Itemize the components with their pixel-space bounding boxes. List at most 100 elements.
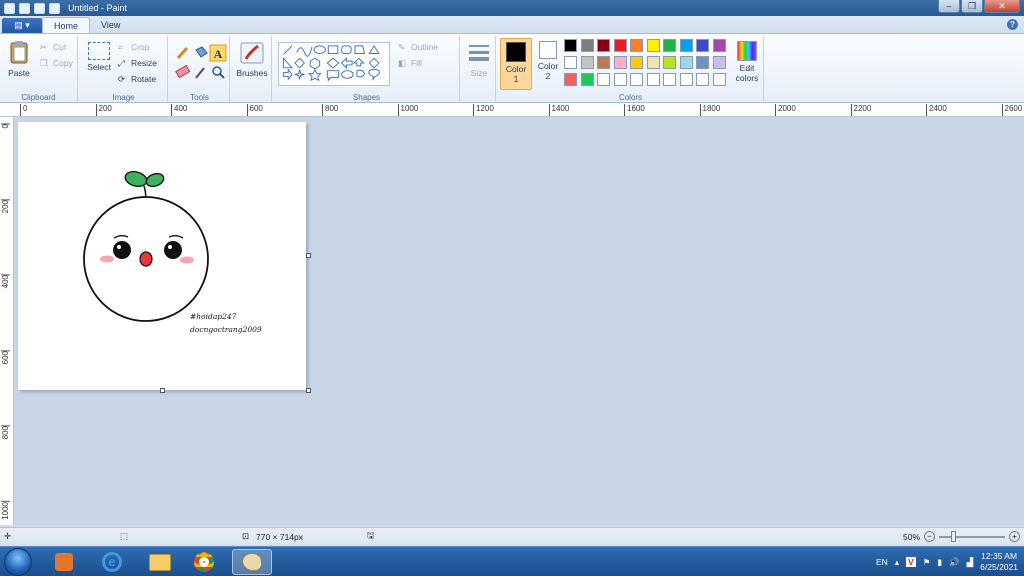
color-swatch[interactable] <box>696 56 709 69</box>
file-menu-button[interactable]: ▤ ▾ <box>2 18 42 33</box>
size-group: Size <box>462 36 496 102</box>
color-swatch[interactable] <box>712 73 726 86</box>
chrome-icon <box>194 552 214 572</box>
resize-icon: ⤢ <box>118 58 125 68</box>
redo-icon[interactable] <box>49 2 60 14</box>
close-button[interactable]: ✕ <box>984 0 1020 13</box>
show-hidden-icons[interactable]: ▴ <box>895 557 899 568</box>
outline-button[interactable]: ✎ Outline <box>398 42 438 52</box>
color-swatch[interactable] <box>646 39 660 52</box>
color-swatch[interactable] <box>613 73 627 86</box>
color-swatch[interactable] <box>613 39 627 52</box>
color-swatch[interactable] <box>580 56 594 69</box>
size-button[interactable]: Size <box>464 42 494 78</box>
svg-text:A: A <box>214 47 223 61</box>
start-button[interactable] <box>4 548 32 576</box>
shapes-group-label: Shapes <box>352 93 381 102</box>
tab-home[interactable]: Home <box>42 17 91 33</box>
color-swatch[interactable] <box>712 56 726 69</box>
color-swatch[interactable] <box>696 73 709 86</box>
color-swatch[interactable] <box>630 39 643 52</box>
system-tray: EN ▴ V ⚑ ▮ 🔊 ▟ 12:35 AM 6/25/2021 <box>876 547 1018 576</box>
undo-icon[interactable] <box>34 2 45 14</box>
folder-icon <box>149 554 171 571</box>
paste-label: Paste <box>8 68 30 78</box>
tools-icons[interactable]: A <box>174 44 228 84</box>
color-swatch[interactable] <box>696 39 709 52</box>
ruler-tick-label: 2400 <box>926 104 947 116</box>
color-swatch[interactable] <box>663 73 676 86</box>
zoom-slider[interactable] <box>939 530 1005 542</box>
color-swatch[interactable] <box>663 56 676 69</box>
zoom-slider-thumb[interactable] <box>951 530 956 542</box>
vietkey-icon[interactable]: V <box>906 557 916 567</box>
color-swatch[interactable] <box>597 39 610 52</box>
paste-button[interactable]: Paste <box>4 40 34 78</box>
action-center-icon[interactable]: ⚑ <box>923 557 931 568</box>
minimize-button[interactable]: – <box>938 0 960 13</box>
select-button[interactable]: Select <box>84 42 114 72</box>
color-swatch[interactable] <box>712 39 726 52</box>
color-swatch[interactable] <box>646 56 660 69</box>
volume-icon[interactable]: 🔊 <box>949 557 960 568</box>
color-swatch[interactable] <box>597 56 610 69</box>
drawing-canvas[interactable]: #hoidap247 docngoctrang2009 <box>18 122 306 390</box>
drawing: #hoidap247 docngoctrang2009 <box>83 171 262 334</box>
maximize-button[interactable]: ❐ <box>961 0 983 13</box>
shapes-gallery[interactable] <box>278 42 390 86</box>
color-swatch[interactable] <box>630 73 643 86</box>
zoom-out-button[interactable]: − <box>924 531 935 542</box>
color-swatch[interactable] <box>564 56 577 69</box>
crop-button[interactable]: ⌗ Crop <box>118 42 149 52</box>
color-swatch[interactable] <box>613 56 627 69</box>
fill-button[interactable]: ◧ Fill <box>398 58 422 68</box>
resize-handle-bottom[interactable] <box>160 388 165 393</box>
color-swatch[interactable] <box>663 39 676 52</box>
brushes-button[interactable]: Brushes <box>234 42 270 78</box>
shapes-group: ✎ Outline ◧ Fill Shapes <box>274 36 460 102</box>
ruler-tick-label: 400 <box>1 274 10 289</box>
status-bar: ✛ ⬚ ⊡ 770 × 714px 🖫 50% − + <box>0 527 1024 545</box>
taskbar-chrome[interactable] <box>184 549 224 575</box>
color-swatch[interactable] <box>679 73 693 86</box>
zoom-in-button[interactable]: + <box>1009 531 1020 542</box>
edit-colors-button[interactable]: Edit colors <box>732 41 762 83</box>
language-indicator[interactable]: EN <box>876 557 888 567</box>
signal-icon[interactable]: ▟ <box>967 557 974 568</box>
taskbar-internet-explorer[interactable]: e <box>92 549 132 575</box>
color-swatch[interactable] <box>580 39 594 52</box>
help-icon[interactable]: ? <box>1007 19 1018 30</box>
taskbar-paint[interactable] <box>232 549 272 575</box>
rotate-label: Rotate <box>131 74 157 84</box>
color-swatch[interactable] <box>679 56 693 69</box>
color-swatch[interactable] <box>580 73 594 86</box>
zoom-level: 50% <box>902 531 920 542</box>
image-size-icon: ⊡ <box>242 531 250 541</box>
outline-icon: ✎ <box>398 42 406 52</box>
taskbar-explorer[interactable] <box>140 549 180 575</box>
cut-button[interactable]: ✂ Cut <box>40 42 66 52</box>
copy-button[interactable]: ❐ Copy <box>40 58 73 68</box>
color-swatch[interactable] <box>597 73 610 86</box>
taskbar-media-player[interactable] <box>44 549 84 575</box>
ribbon-tabs: ▤ ▾ Home View ? <box>0 16 1024 33</box>
ruler-tick-label: 800 <box>1 425 10 440</box>
resize-handle-corner[interactable] <box>306 388 311 393</box>
color2-button[interactable]: Color 2 <box>534 41 562 81</box>
color-swatch[interactable] <box>679 39 693 52</box>
canvas-text-hashtag: #hoidap247 <box>190 312 237 321</box>
rotate-button[interactable]: ⟳ Rotate <box>118 74 156 84</box>
tab-view[interactable]: View <box>90 17 131 33</box>
color-swatch[interactable] <box>630 56 643 69</box>
save-icon[interactable] <box>19 2 30 14</box>
ruler-tick-label: 1800 <box>699 104 720 116</box>
scissors-icon: ✂ <box>40 42 48 52</box>
color1-button[interactable]: Color 1 <box>500 38 532 90</box>
clock[interactable]: 12:35 AM 6/25/2021 <box>980 551 1018 573</box>
color-swatch[interactable] <box>646 73 660 86</box>
resize-button[interactable]: ⤢ Resize <box>118 58 157 68</box>
color-swatch[interactable] <box>564 39 577 52</box>
resize-handle-right[interactable] <box>306 253 311 258</box>
color-swatch[interactable] <box>564 73 577 86</box>
network-icon[interactable]: ▮ <box>937 557 942 568</box>
